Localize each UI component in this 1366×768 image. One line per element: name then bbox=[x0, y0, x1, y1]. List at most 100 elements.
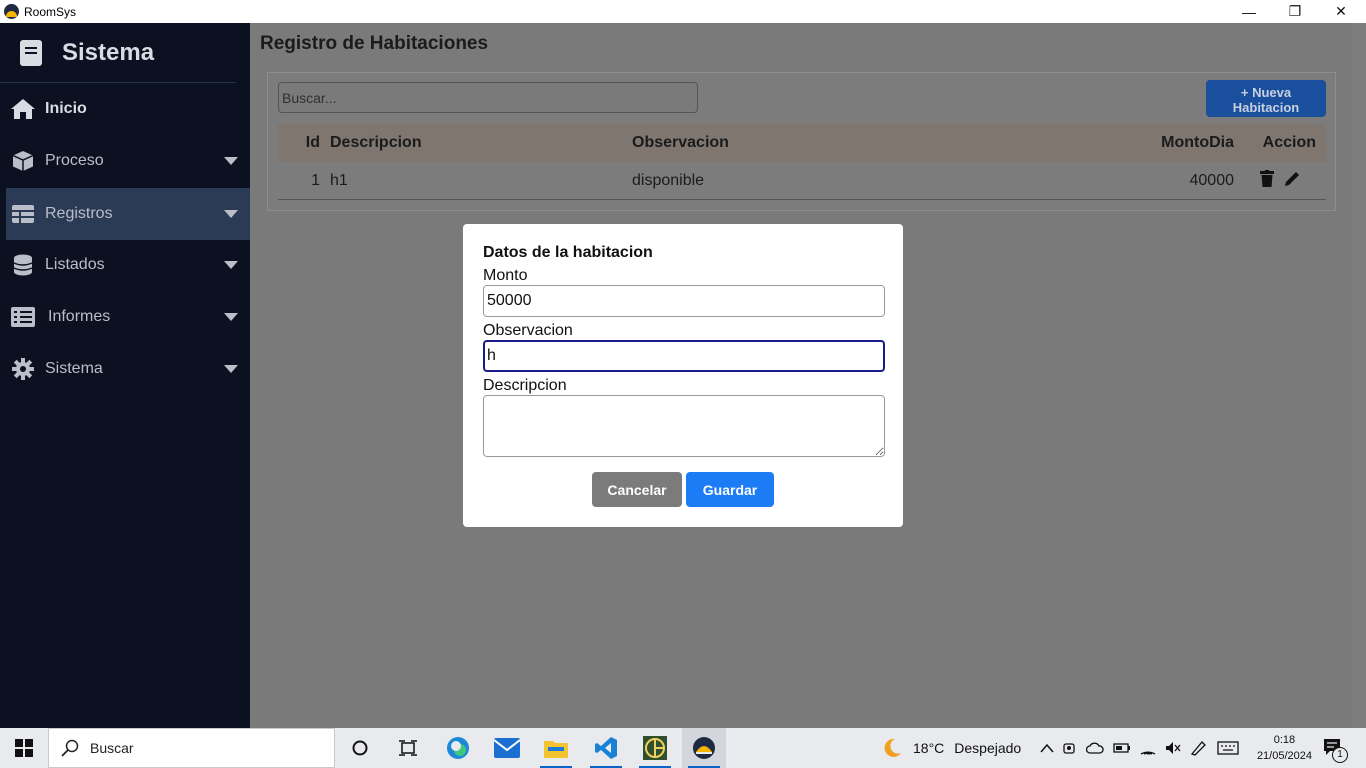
chevron-down-icon bbox=[224, 157, 238, 165]
clock-time: 0:18 bbox=[1273, 734, 1296, 746]
col-montodia: MontoDia bbox=[1161, 134, 1234, 151]
brand-title: Sistema bbox=[62, 38, 155, 66]
volume-muted-icon[interactable] bbox=[1165, 741, 1181, 755]
minimize-button[interactable]: — bbox=[1226, 0, 1272, 23]
col-id: Id bbox=[305, 134, 320, 151]
descripcion-label: Descripcion bbox=[483, 377, 567, 394]
sidebar-item-informes[interactable]: Informes bbox=[6, 291, 250, 343]
task-view-button[interactable] bbox=[386, 728, 430, 768]
taskbar-roomsys[interactable] bbox=[682, 728, 726, 768]
sidebar-item-label: Inicio bbox=[45, 100, 87, 117]
search-input[interactable] bbox=[278, 82, 698, 113]
taskbar-vscode[interactable] bbox=[584, 728, 628, 768]
restore-button[interactable]: ❐ bbox=[1272, 0, 1318, 23]
table-header: Id Descripcion Observacion MontoDia Acci… bbox=[278, 124, 1326, 162]
taskbar-explorer[interactable] bbox=[534, 728, 578, 768]
gear-icon bbox=[10, 358, 36, 380]
moon-icon bbox=[884, 738, 901, 757]
cortana-button[interactable] bbox=[338, 728, 382, 768]
wifi-icon[interactable] bbox=[1140, 741, 1156, 755]
task-view-icon bbox=[399, 740, 417, 756]
chevron-down-icon bbox=[224, 365, 238, 373]
chevron-down-icon bbox=[224, 313, 238, 321]
plus-icon: + bbox=[1240, 85, 1249, 100]
sidebar-item-listados[interactable]: Listados bbox=[6, 239, 250, 291]
notification-badge: 1 bbox=[1332, 747, 1348, 763]
vscode-icon bbox=[595, 737, 617, 759]
sidebar-item-label: Registros bbox=[45, 205, 113, 222]
meet-icon[interactable] bbox=[1063, 740, 1077, 756]
box-icon bbox=[10, 150, 36, 172]
weather-widget[interactable]: 18°C Despejado bbox=[881, 728, 1021, 768]
monto-input[interactable] bbox=[483, 285, 885, 317]
title-bar: RoomSys — ❐ ✕ bbox=[0, 0, 1366, 23]
new-room-button[interactable]: + Nueva Habitacion bbox=[1206, 80, 1326, 117]
scrollbar[interactable] bbox=[1352, 23, 1366, 728]
sidebar-item-label: Listados bbox=[45, 256, 105, 273]
taskbar-search[interactable]: Buscar bbox=[48, 728, 335, 768]
taskbar-mail[interactable] bbox=[485, 728, 529, 768]
window-title: RoomSys bbox=[24, 4, 77, 19]
book-icon bbox=[20, 39, 42, 66]
taskbar-app-green[interactable] bbox=[633, 728, 677, 768]
table-row: 1 h1 disponible 40000 bbox=[278, 162, 1326, 200]
sidebar: Sistema Inicio Proceso Registros Listado… bbox=[0, 23, 250, 728]
cell-observacion: disponible bbox=[632, 171, 705, 189]
sidebar-item-sistema[interactable]: Sistema bbox=[6, 343, 250, 395]
chevron-up-icon[interactable] bbox=[1040, 743, 1054, 753]
sidebar-item-proceso[interactable]: Proceso bbox=[6, 135, 250, 187]
sidebar-item-inicio[interactable]: Inicio bbox=[6, 83, 250, 135]
battery-icon[interactable] bbox=[1113, 742, 1131, 754]
folder-icon bbox=[544, 741, 568, 758]
cell-id: 1 bbox=[311, 171, 320, 189]
sidebar-item-label: Proceso bbox=[45, 152, 104, 169]
pencil-icon[interactable] bbox=[1284, 170, 1301, 192]
room-data-modal: Datos de la habitacion Monto Observacion… bbox=[463, 224, 903, 527]
observacion-label: Observacion bbox=[483, 322, 573, 339]
chevron-down-icon bbox=[224, 210, 238, 218]
save-button[interactable]: Guardar bbox=[686, 472, 774, 507]
mail-icon bbox=[494, 738, 520, 758]
brand: Sistema bbox=[0, 23, 236, 83]
clock[interactable]: 0:18 21/05/2024 bbox=[1257, 732, 1312, 764]
app-green-icon bbox=[643, 736, 667, 760]
descripcion-textarea[interactable] bbox=[483, 395, 885, 457]
onedrive-icon[interactable] bbox=[1086, 742, 1104, 754]
pen-icon[interactable] bbox=[1190, 740, 1208, 756]
col-accion: Accion bbox=[1262, 134, 1316, 151]
trash-icon[interactable] bbox=[1260, 169, 1274, 192]
windows-icon bbox=[15, 739, 33, 757]
start-button[interactable] bbox=[2, 728, 46, 768]
cell-descripcion: h1 bbox=[330, 171, 348, 189]
taskbar-search-label: Buscar bbox=[90, 740, 134, 756]
rooms-panel: + Nueva Habitacion Id Descripcion Observ… bbox=[267, 72, 1336, 211]
cancel-button[interactable]: Cancelar bbox=[592, 472, 682, 507]
system-tray bbox=[1040, 728, 1239, 768]
home-icon bbox=[10, 98, 36, 120]
circle-icon bbox=[352, 740, 368, 756]
database-icon bbox=[10, 254, 36, 276]
weather-temp: 18°C bbox=[913, 740, 945, 756]
sidebar-item-registros[interactable]: Registros bbox=[6, 188, 250, 240]
edge-icon bbox=[447, 737, 469, 759]
keyboard-icon[interactable] bbox=[1217, 741, 1239, 755]
chevron-down-icon bbox=[224, 261, 238, 269]
taskbar: Buscar 18°C Despejado 0:18 21/05/2024 1 bbox=[0, 728, 1366, 768]
weather-desc: Despejado bbox=[954, 740, 1022, 756]
notifications-button[interactable]: 1 bbox=[1322, 728, 1348, 768]
page-title: Registro de Habitaciones bbox=[260, 33, 489, 54]
list-icon bbox=[10, 307, 36, 327]
observacion-input[interactable] bbox=[483, 340, 885, 372]
row-actions bbox=[1260, 169, 1301, 192]
monto-label: Monto bbox=[483, 267, 528, 284]
col-descripcion: Descripcion bbox=[330, 134, 422, 151]
cell-montodia: 40000 bbox=[1189, 171, 1235, 189]
sidebar-item-label: Informes bbox=[48, 308, 111, 325]
close-button[interactable]: ✕ bbox=[1318, 0, 1364, 23]
modal-title: Datos de la habitacion bbox=[483, 244, 653, 261]
taskbar-edge[interactable] bbox=[436, 728, 480, 768]
app-icon bbox=[4, 4, 19, 19]
table-icon bbox=[10, 205, 36, 223]
col-observacion: Observacion bbox=[632, 134, 729, 151]
search-icon bbox=[61, 739, 79, 757]
